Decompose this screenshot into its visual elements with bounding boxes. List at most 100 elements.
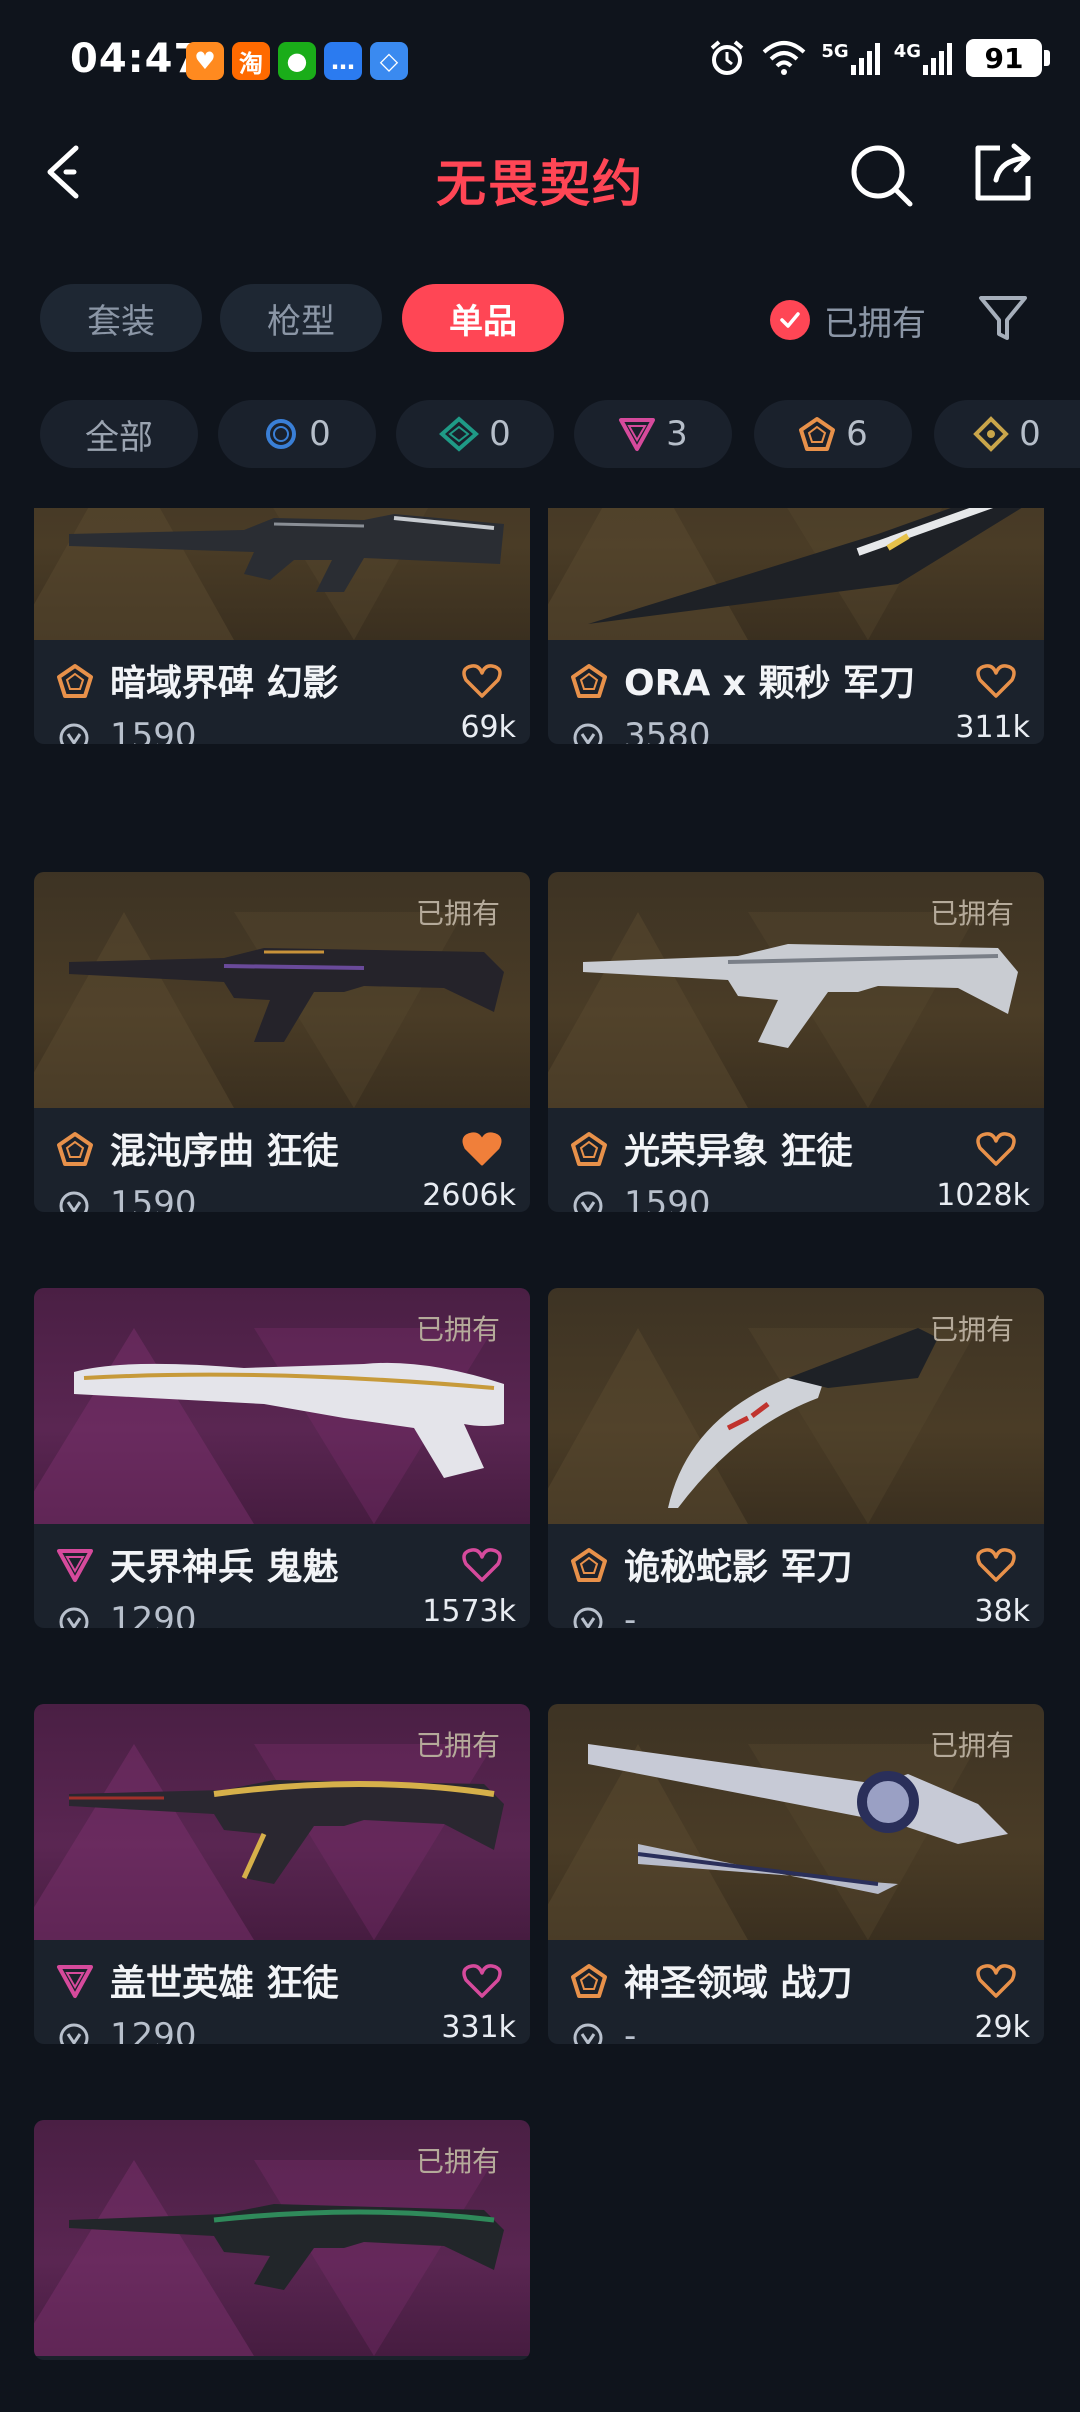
skin-card[interactable]: 已拥有 神圣领域 战刀 - 29k [548,1704,1044,2044]
heart-icon[interactable] [462,1962,502,2000]
tier-premium-count: 3 [666,414,688,454]
heart-icon[interactable] [462,1546,502,1584]
clock: 04:47 [70,36,203,82]
status-bar: 04:47 ♥ 淘 ● … ◇ 5G 4G 91 [0,0,1080,120]
skin-card[interactable]: 已拥有 混沌序曲 狂徒 1590 2606k [34,872,530,1212]
weapon-vandal-icon [69,2204,504,2290]
skin-name: 诡秘蛇影 军刀 [624,1547,853,1588]
share-icon[interactable] [970,140,1036,206]
skin-image: 已拥有 [548,1704,1044,1940]
skin-price: 1590 [624,1184,711,1212]
owned-tag: 已拥有 [929,1313,1014,1346]
skin-image [548,508,1044,640]
like-count: 38k [974,1594,1030,1628]
skin-card[interactable]: 已拥有 [34,2120,530,2360]
skin-image: 已拥有 [548,872,1044,1108]
owned-tag: 已拥有 [929,897,1014,930]
skin-name: 神圣领域 战刀 [624,1963,853,2004]
vp-currency-icon [59,1191,89,1212]
deluxe-tier-icon [439,416,480,452]
vp-currency-icon [573,1607,603,1628]
select-tier-icon [266,419,297,449]
filter-icon[interactable] [975,290,1031,346]
skin-image: 已拥有 [34,1704,530,1940]
heart-filled-icon[interactable] [462,1130,502,1168]
skin-name: 暗域界碑 幻影 [110,663,339,704]
checkmark-icon [770,300,810,340]
skin-card[interactable]: 已拥有 天界神兵 鬼魅 1290 1573k [34,1288,530,1628]
skin-price: 1590 [110,1184,197,1212]
skin-price: - [624,1600,637,1628]
skin-card[interactable]: 已拥有 盖世英雄 狂徒 1290 331k [34,1704,530,2044]
skin-price: 1290 [110,1600,197,1628]
skin-name: 光荣异象 狂徒 [624,1131,853,1172]
skin-card[interactable]: 已拥有 诡秘蛇影 军刀 - 38k [548,1288,1044,1628]
owned-tag: 已拥有 [415,2145,500,2178]
tier-exclusive-count: 6 [846,414,868,454]
skin-card[interactable]: 已拥有 光荣异象 狂徒 1590 1028k [548,872,1044,1212]
tier-ultra[interactable]: 0 [934,400,1080,468]
weapon-vandal-icon [69,1780,504,1884]
owned-filter-toggle[interactable]: 已拥有 [770,290,926,350]
tier-exclusive[interactable]: 6 [754,400,912,468]
skin-name: ORA x 颗秒 军刀 [624,663,916,704]
heart-icon[interactable] [462,662,502,700]
alarm-icon [711,40,744,75]
vp-currency-icon [573,1191,603,1212]
tab-weapon-types[interactable]: 枪型 [220,284,382,352]
premium-tier-icon [619,418,656,451]
battery-icon: 91 [966,39,1050,77]
ultra-tier-icon [973,416,1010,452]
signal-5g: 5G [821,41,880,75]
signal-bars-icon [850,41,880,75]
vp-currency-icon [59,723,89,744]
tier-premium[interactable]: 3 [574,400,732,468]
heart-icon[interactable] [976,1546,1016,1584]
weapon-knife-icon [588,508,1022,624]
owned-tag: 已拥有 [929,1729,1014,1762]
tier-select[interactable]: 0 [218,400,376,468]
skin-image: 已拥有 [34,1288,530,1524]
notification-icons: ♥ 淘 ● … ◇ [186,42,408,80]
owned-filter-label: 已拥有 [824,303,926,344]
app-heart-icon: ♥ [186,42,224,80]
skin-image: 已拥有 [548,1288,1044,1524]
exclusive-tier-icon [571,664,607,698]
exclusive-tier-icon [571,1964,607,1998]
like-count: 2606k [422,1178,516,1212]
tier-all-label: 全部 [85,417,153,458]
weapon-ghost-icon [74,1362,504,1478]
vp-currency-icon [573,723,603,744]
system-status: 5G 4G 91 [707,38,1050,78]
tier-select-count: 0 [309,414,331,454]
exclusive-tier-icon [571,1548,607,1582]
skin-image: 已拥有 [34,2120,530,2356]
tab-bundles[interactable]: 套装 [40,284,202,352]
signal-bars-icon [923,41,952,75]
premium-tier-icon [57,1549,93,1582]
skin-card[interactable]: 暗域界碑 幻影 1590 69k [34,508,530,744]
owned-tag: 已拥有 [415,1313,500,1346]
skin-price: 3580 [624,716,711,744]
weapon-vandal-icon [583,944,1018,1048]
owned-tag: 已拥有 [415,1729,500,1762]
like-count: 331k [441,2010,516,2044]
taobao-icon: 淘 [232,42,270,80]
vp-currency-icon [59,1607,89,1628]
heart-icon[interactable] [976,662,1016,700]
search-icon[interactable] [848,142,916,210]
skin-price: - [624,2016,637,2044]
tier-all[interactable]: 全部 [40,400,198,468]
tab-single-items[interactable]: 单品 [402,284,564,352]
like-count: 69k [460,710,516,744]
skin-card[interactable]: ORA x 颗秒 军刀 3580 311k [548,508,1044,744]
heart-icon[interactable] [976,1130,1016,1168]
tier-deluxe[interactable]: 0 [396,400,554,468]
premium-tier-icon [57,1965,93,1998]
exclusive-tier-icon [57,664,93,698]
message-icon: … [324,42,362,80]
signal-4g: 4G [894,41,952,75]
skin-price: 1590 [110,716,197,744]
skin-name: 天界神兵 鬼魅 [110,1547,339,1588]
heart-icon[interactable] [976,1962,1016,2000]
